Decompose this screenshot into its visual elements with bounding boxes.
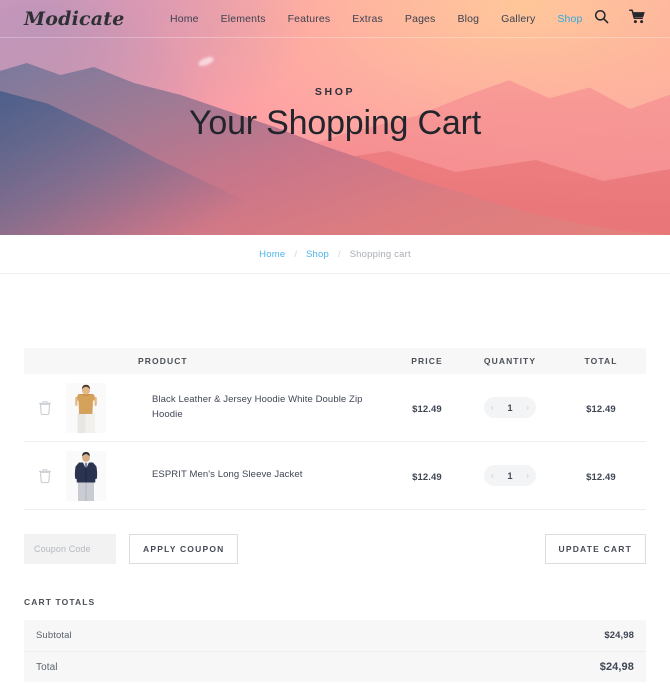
product-thumbnail[interactable] — [66, 450, 106, 501]
totals-label-subtotal: Subtotal — [36, 630, 72, 641]
quantity-stepper[interactable]: ‹ 1 › — [464, 397, 556, 418]
quantity-increment-icon[interactable]: › — [526, 471, 529, 480]
quantity-value: 1 — [507, 402, 513, 413]
totals-row-total: Total $24,98 — [24, 651, 646, 682]
coupon-input[interactable] — [24, 534, 116, 564]
hero-text-block: SHOP Your Shopping Cart — [0, 86, 670, 142]
search-icon[interactable] — [594, 9, 609, 29]
nav-item-features[interactable]: Features — [288, 13, 331, 25]
apply-coupon-button[interactable]: APPLY COUPON — [129, 534, 239, 564]
quantity-stepper-control[interactable]: ‹ 1 › — [484, 465, 536, 486]
product-line-total-text: $12.49 — [586, 403, 616, 415]
breadcrumb-item-shop[interactable]: Shop — [306, 249, 329, 260]
product-name[interactable]: ESPRIT Men's Long Sleeve Jacket — [124, 468, 390, 483]
product-name[interactable]: Black Leather & Jersey Hoodie White Doub… — [124, 393, 390, 422]
main-nav: Home Elements Features Extras Pages Blog… — [136, 13, 582, 25]
trash-icon — [39, 468, 51, 483]
product-thumbnail-wrap[interactable] — [66, 382, 124, 433]
breadcrumb-item-home[interactable]: Home — [259, 249, 285, 260]
column-header-total: TOTAL — [584, 356, 618, 366]
quantity-value: 1 — [507, 470, 513, 481]
nav-item-pages[interactable]: Pages — [405, 13, 436, 25]
product-price: $12.49 — [390, 467, 464, 485]
breadcrumb: Home / Shop / Shopping cart — [0, 235, 670, 274]
nav-item-extras[interactable]: Extras — [352, 13, 383, 25]
nav-item-elements[interactable]: Elements — [221, 13, 266, 25]
shopping-cart-icon[interactable] — [629, 9, 646, 29]
breadcrumb-separator: / — [294, 248, 297, 260]
page-title: Your Shopping Cart — [189, 104, 481, 142]
column-header-price: PRICE — [411, 356, 443, 366]
trash-icon — [39, 400, 51, 415]
product-name-text: ESPRIT Men's Long Sleeve Jacket — [152, 469, 303, 481]
product-price-text: $12.49 — [412, 471, 442, 483]
remove-item-button[interactable] — [24, 400, 66, 415]
quantity-decrement-icon[interactable]: ‹ — [491, 471, 494, 480]
remove-item-button[interactable] — [24, 468, 66, 483]
top-navbar: Modicate Home Elements Features Extras P… — [0, 0, 670, 38]
nav-item-shop[interactable]: Shop — [557, 13, 582, 25]
column-header-product: PRODUCT — [138, 356, 188, 366]
nav-icon-group — [594, 9, 650, 29]
totals-row-subtotal: Subtotal $24,98 — [24, 620, 646, 651]
quantity-stepper-control[interactable]: ‹ 1 › — [484, 397, 536, 418]
coupon-row: APPLY COUPON UPDATE CART — [24, 534, 646, 564]
cart-table: PRODUCT PRICE QUANTITY TOTAL Black Leath… — [24, 348, 646, 510]
nav-item-home[interactable]: Home — [170, 13, 199, 25]
quantity-increment-icon[interactable]: › — [526, 403, 529, 412]
totals-label-total: Total — [36, 661, 58, 673]
update-cart-button[interactable]: UPDATE CART — [544, 534, 646, 564]
quantity-stepper[interactable]: ‹ 1 › — [464, 465, 556, 486]
product-price: $12.49 — [390, 399, 464, 417]
cart-table-header: PRODUCT PRICE QUANTITY TOTAL — [24, 348, 646, 374]
totals-amount-subtotal: $24,98 — [604, 630, 634, 641]
product-line-total: $12.49 — [556, 467, 646, 485]
column-header-quantity: QUANTITY — [483, 356, 537, 366]
hero-banner: Modicate Home Elements Features Extras P… — [0, 0, 670, 235]
quantity-decrement-icon[interactable]: ‹ — [491, 403, 494, 412]
totals-amount-total: $24,98 — [599, 661, 634, 673]
product-thumbnail-wrap[interactable] — [66, 450, 124, 501]
product-thumbnail[interactable] — [66, 382, 106, 433]
nav-item-blog[interactable]: Blog — [457, 13, 479, 25]
product-price-text: $12.49 — [412, 403, 442, 415]
nav-item-gallery[interactable]: Gallery — [501, 13, 535, 25]
page-content: PRODUCT PRICE QUANTITY TOTAL Black Leath… — [0, 348, 670, 698]
brand-logo[interactable]: Modicate — [24, 8, 125, 30]
cart-totals-table: Subtotal $24,98 Total $24,98 — [24, 620, 646, 682]
table-row: ESPRIT Men's Long Sleeve Jacket $12.49 ‹… — [24, 442, 646, 510]
product-name-text: Black Leather & Jersey Hoodie White Doub… — [152, 393, 363, 420]
table-row: Black Leather & Jersey Hoodie White Doub… — [24, 374, 646, 442]
breadcrumb-separator: / — [337, 248, 341, 260]
breadcrumb-item-current: Shopping cart — [349, 248, 411, 260]
cart-totals-heading: CART TOTALS — [24, 597, 96, 607]
product-line-total-text: $12.49 — [586, 471, 616, 483]
product-line-total: $12.49 — [556, 399, 646, 417]
hero-kicker: SHOP — [314, 86, 356, 98]
